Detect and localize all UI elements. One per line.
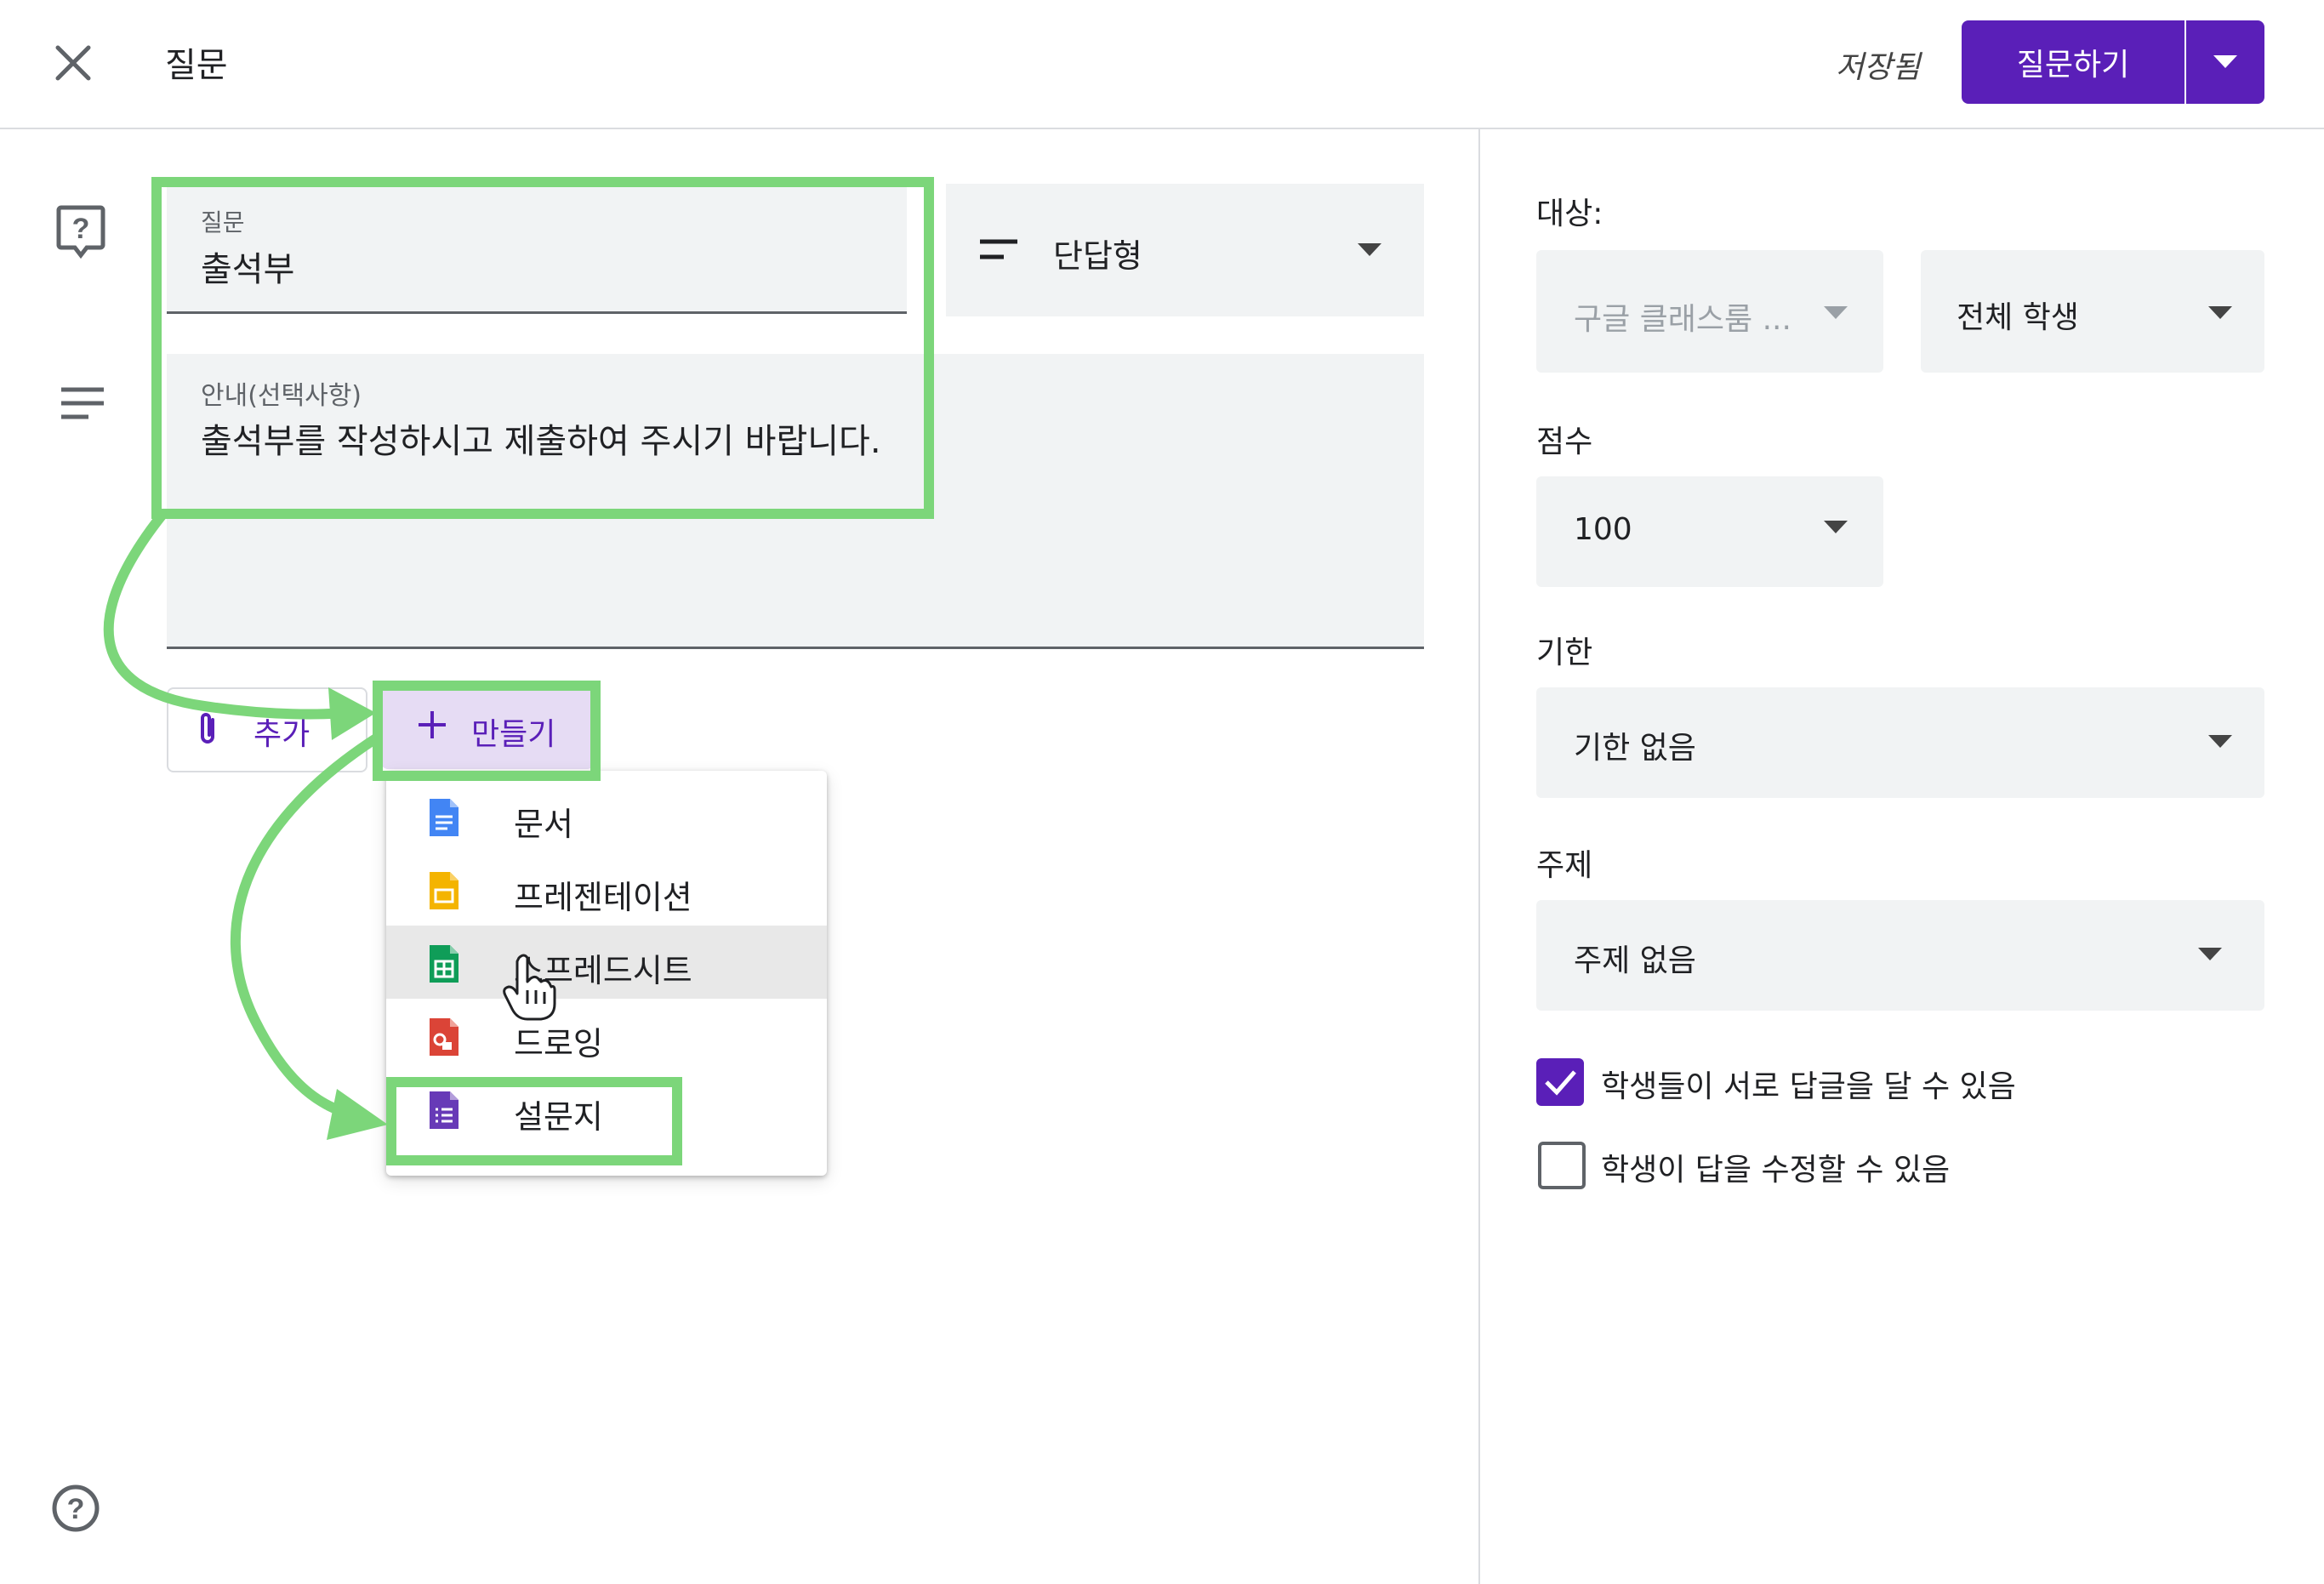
hand-cursor-icon <box>503 954 556 1021</box>
due-dropdown-value: 기한 없음 <box>1574 731 1696 766</box>
reply-each-other-label: 학생들이 서로 답글을 달 수 있음 <box>1601 1069 2016 1104</box>
question-type-label: 단답형 <box>1053 237 1142 275</box>
create-menu: 문서 프레젠테이션 스프레드시트 드로잉 설문지 <box>386 771 827 1176</box>
sheets-icon <box>430 945 459 983</box>
svg-text:?: ? <box>67 1493 85 1525</box>
question-icon: ? <box>56 205 105 259</box>
svg-text:?: ? <box>72 213 90 245</box>
description-input-label: 안내(선택사항) <box>201 381 362 411</box>
target-label: 대상: <box>1536 197 1603 231</box>
question-input-value[interactable]: 출석부 <box>201 242 294 291</box>
menu-item-sheets[interactable]: 스프레드시트 <box>386 926 827 999</box>
menu-item-label: 프레젠테이션 <box>514 879 692 916</box>
slides-icon <box>430 872 459 909</box>
create-button-label: 만들기 <box>471 717 556 752</box>
question-input-label: 질문 <box>201 208 245 236</box>
forms-icon <box>430 1091 459 1129</box>
help-icon[interactable]: ? <box>51 1484 100 1533</box>
points-dropdown-value: 100 <box>1574 512 1632 547</box>
topic-dropdown-value: 주제 없음 <box>1574 943 1696 978</box>
page-title: 질문 <box>165 46 228 85</box>
topic-label: 주제 <box>1536 848 1593 883</box>
check-icon <box>1545 1070 1576 1096</box>
add-attachment-label: 추가 <box>253 717 310 752</box>
menu-item-label: 설문지 <box>514 1098 603 1136</box>
menu-item-docs[interactable]: 문서 <box>386 779 827 852</box>
reply-each-other-checkbox[interactable] <box>1536 1058 1584 1106</box>
caret-down-icon <box>1358 243 1381 256</box>
edit-answer-checkbox[interactable] <box>1538 1142 1586 1189</box>
caret-down-icon <box>2213 55 2237 68</box>
caret-down-icon <box>2208 306 2232 319</box>
menu-item-label: 문서 <box>514 806 573 843</box>
class-dropdown-value: 구글 클래스룸 ... <box>1574 302 1791 337</box>
menu-item-drawings[interactable]: 드로잉 <box>386 999 827 1072</box>
description-input-value[interactable]: 출석부를 작성하시고 제출하여 주시기 바랍니다. <box>201 413 881 463</box>
question-type-dropdown[interactable] <box>946 184 1424 316</box>
menu-item-label: 드로잉 <box>514 1025 603 1063</box>
drawings-icon <box>430 1018 459 1056</box>
ask-question-button[interactable]: 질문하기 <box>1962 20 2184 104</box>
points-label: 점수 <box>1536 424 1593 459</box>
caret-down-icon <box>1824 521 1848 533</box>
caret-down-icon <box>1824 306 1848 319</box>
caret-down-icon <box>2198 948 2222 960</box>
caret-down-icon <box>2208 735 2232 748</box>
menu-item-forms[interactable]: 설문지 <box>386 1072 827 1145</box>
plus-icon <box>419 711 446 738</box>
edit-answer-label: 학생이 답을 수정할 수 있음 <box>1601 1153 1951 1188</box>
paperclip-icon <box>201 713 214 744</box>
menu-item-slides[interactable]: 프레젠테이션 <box>386 852 827 926</box>
close-icon[interactable] <box>54 44 92 82</box>
docs-icon <box>430 799 459 836</box>
short-answer-icon <box>980 239 1017 259</box>
save-status: 저장됨 <box>1836 50 1921 85</box>
panel-divider <box>1478 128 1480 1584</box>
close-button[interactable] <box>43 32 104 94</box>
description-icon <box>61 387 104 419</box>
ask-options-button[interactable] <box>2186 20 2264 104</box>
due-label: 기한 <box>1536 635 1593 670</box>
students-dropdown-value: 전체 학생 <box>1957 300 2079 335</box>
